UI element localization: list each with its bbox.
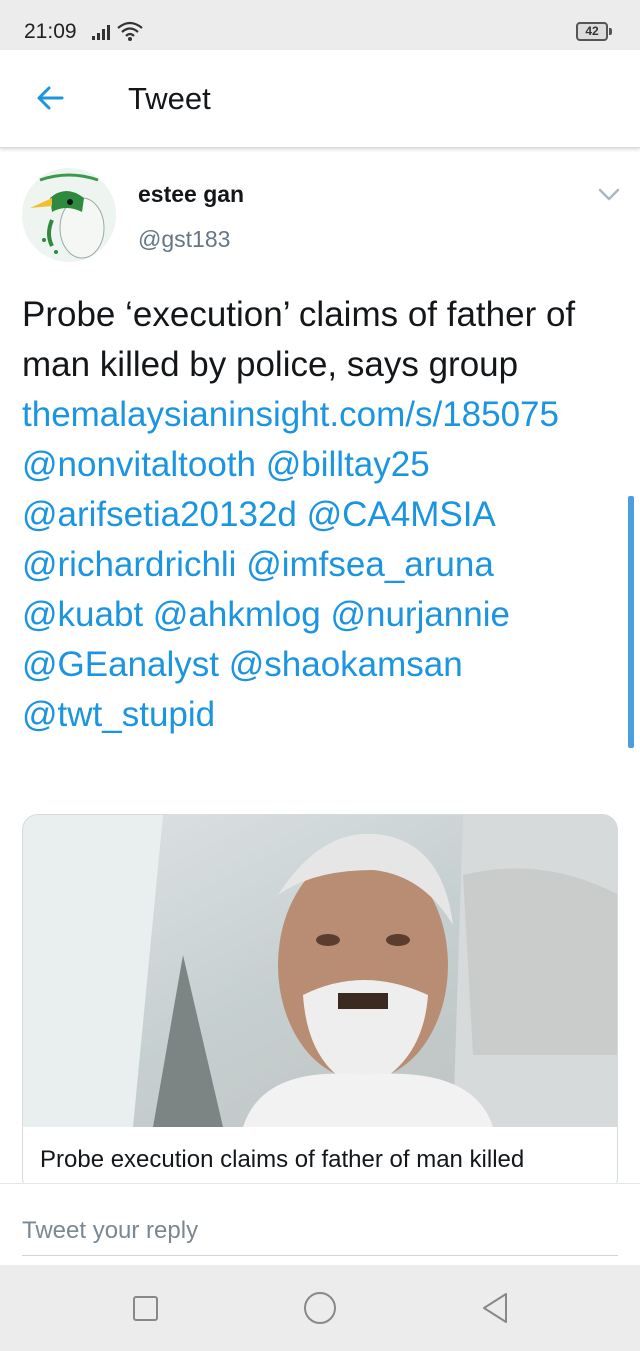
mention[interactable]: @billtay25 (266, 445, 430, 484)
mention[interactable]: @GEanalyst (22, 645, 219, 684)
card-image (23, 815, 617, 1127)
mention[interactable]: @richardrichli (22, 545, 236, 584)
scrollbar[interactable] (628, 496, 634, 748)
nav-back-icon[interactable] (478, 1290, 512, 1326)
chevron-down-icon[interactable] (596, 186, 622, 204)
signal-icon (92, 25, 110, 40)
user-handle[interactable]: @gst183 (138, 226, 230, 253)
battery-icon: 42 (576, 22, 608, 41)
wifi-icon (117, 21, 143, 41)
battery-tip (609, 28, 612, 35)
mention[interactable]: @nurjannie (330, 595, 510, 634)
mention[interactable]: @kuabt (22, 595, 143, 634)
card-title: Probe execution claims of father of man … (40, 1146, 525, 1173)
reply-input[interactable] (22, 1206, 618, 1256)
mention[interactable]: @imfsea_aruna (246, 545, 494, 584)
home-icon[interactable] (304, 1292, 336, 1324)
recent-apps-icon[interactable] (133, 1296, 158, 1321)
tweet-text: Probe ‘execution’ claims of father of ma… (22, 290, 622, 740)
link-card[interactable]: Probe execution claims of father of man … (22, 814, 618, 1194)
mention[interactable]: @nonvitaltooth (22, 445, 256, 484)
mention[interactable]: @shaokamsan (229, 645, 463, 684)
tweet-link[interactable]: themalaysianinsight.com/s/185075 (22, 395, 559, 434)
mention[interactable]: @ahkmlog (153, 595, 321, 634)
arrow-left-icon[interactable] (30, 78, 70, 118)
mention[interactable]: @twt_stupid (22, 695, 215, 734)
display-name[interactable]: estee gan (138, 181, 244, 208)
mention[interactable]: @CA4MSIA (307, 495, 494, 534)
bird-logo-image (22, 168, 116, 262)
tweet-text-body: Probe ‘execution’ claims of father of ma… (22, 295, 576, 384)
mention[interactable]: @arifsetia20132d (22, 495, 297, 534)
avatar[interactable] (22, 168, 116, 262)
status-bar: 21:09 42 (0, 0, 640, 50)
page-title: Tweet (128, 81, 211, 116)
top-app-bar: Tweet (0, 50, 640, 148)
status-time: 21:09 (24, 20, 77, 43)
